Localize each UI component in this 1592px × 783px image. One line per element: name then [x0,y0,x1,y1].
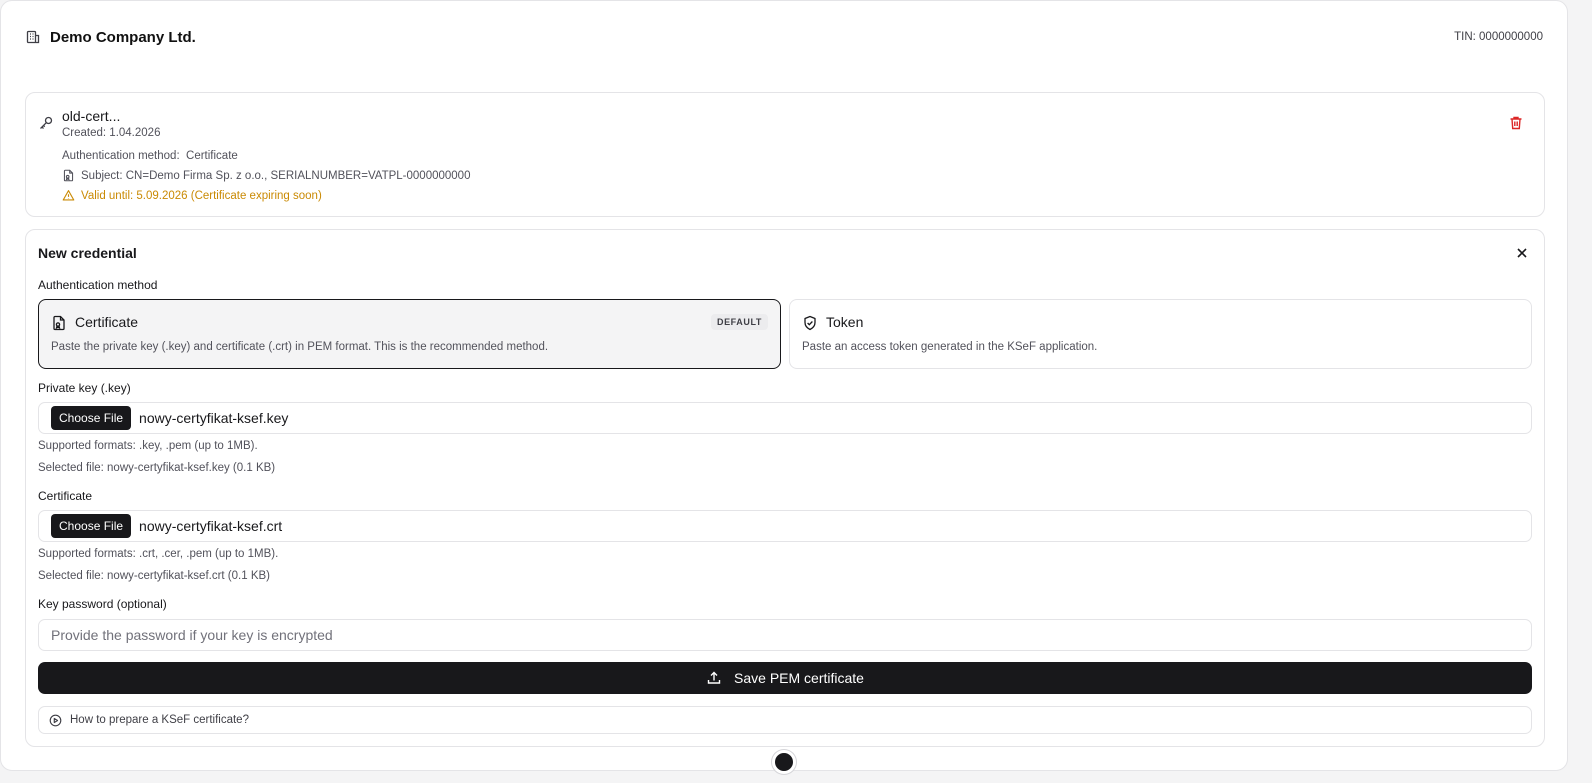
key-password-input[interactable] [38,619,1532,651]
auth-option-token-title: Token [826,314,864,330]
new-credential-card: New credential Authentication method Cer… [25,229,1545,747]
delete-credential-button[interactable] [1508,115,1524,131]
file-certificate-icon [62,169,75,182]
certificate-label: Certificate [38,489,93,503]
private-key-choose-file-button[interactable]: Choose File [51,406,132,430]
auth-option-certificate-description: Paste the private key (.key) and certifi… [51,341,549,353]
file-certificate-icon [51,315,67,331]
credential-subject-text: Subject: CN=Demo Firma Sp. z o.o., SERIA… [81,169,471,182]
credential-method: Authentication method: Certificate [62,150,238,162]
howto-certificate-link[interactable]: How to prepare a KSeF certificate? [38,706,1532,734]
company-name: Demo Company Ltd. [50,28,196,46]
play-circle-icon [49,714,62,727]
certificate-selected-file: Selected file: nowy-certyfikat-ksef.crt … [38,570,270,582]
save-pem-certificate-button[interactable]: Save PEM certificate [38,662,1532,694]
shield-check-icon [802,315,818,331]
auth-method-label: Authentication method [38,278,158,292]
page-header: Demo Company Ltd. TIN: 0000000000 [25,25,1543,49]
private-key-file-input[interactable]: Choose File nowy-certyfikat-ksef.key [38,402,1532,434]
credential-created: Created: 1.04.2026 [62,127,161,139]
private-key-filename: nowy-certyfikat-ksef.key [139,410,289,426]
existing-credential-card: old-cert... Created: 1.04.2026 Authentic… [25,92,1545,217]
auth-option-token[interactable]: Token Paste an access token generated in… [789,299,1532,369]
auth-option-certificate-title: Certificate [75,314,139,330]
close-icon [1517,248,1527,258]
credential-name: old-cert... [62,108,121,124]
credential-valid-until: Valid until: 5.09.2026 (Certificate expi… [62,189,322,202]
floating-action-dot[interactable] [772,750,796,774]
trash-icon [1510,116,1522,130]
credential-subject: Subject: CN=Demo Firma Sp. z o.o., SERIA… [62,169,470,182]
close-button[interactable] [1514,245,1530,261]
warning-icon [62,189,75,202]
howto-certificate-text: How to prepare a KSeF certificate? [70,714,249,726]
private-key-supported-formats: Supported formats: .key, .pem (up to 1MB… [38,440,258,452]
certificate-filename: nowy-certyfikat-ksef.crt [139,518,283,534]
save-pem-certificate-label: Save PEM certificate [734,670,864,686]
auth-option-certificate[interactable]: Certificate DEFAULT Paste the private ke… [38,299,781,369]
tin-number: TIN: 0000000000 [1454,31,1543,43]
credential-method-label: Authentication method: [62,150,180,162]
app-frame: Demo Company Ltd. TIN: 0000000000 old-ce… [0,0,1568,771]
key-password-label: Key password (optional) [38,597,167,611]
key-icon [38,115,54,131]
certificate-file-input[interactable]: Choose File nowy-certyfikat-ksef.crt [38,510,1532,542]
certificate-supported-formats: Supported formats: .crt, .cer, .pem (up … [38,548,279,560]
new-credential-title: New credential [38,245,137,261]
company-info: Demo Company Ltd. [25,29,196,46]
building-icon [25,29,41,45]
credential-method-value: Certificate [186,150,238,162]
certificate-choose-file-button[interactable]: Choose File [51,514,132,538]
auth-option-token-description: Paste an access token generated in the K… [802,341,1098,353]
private-key-label: Private key (.key) [38,381,131,395]
default-badge: DEFAULT [710,314,768,330]
credential-valid-text: Valid until: 5.09.2026 (Certificate expi… [81,189,322,202]
upload-icon [706,670,722,686]
private-key-selected-file: Selected file: nowy-certyfikat-ksef.key … [38,462,276,474]
